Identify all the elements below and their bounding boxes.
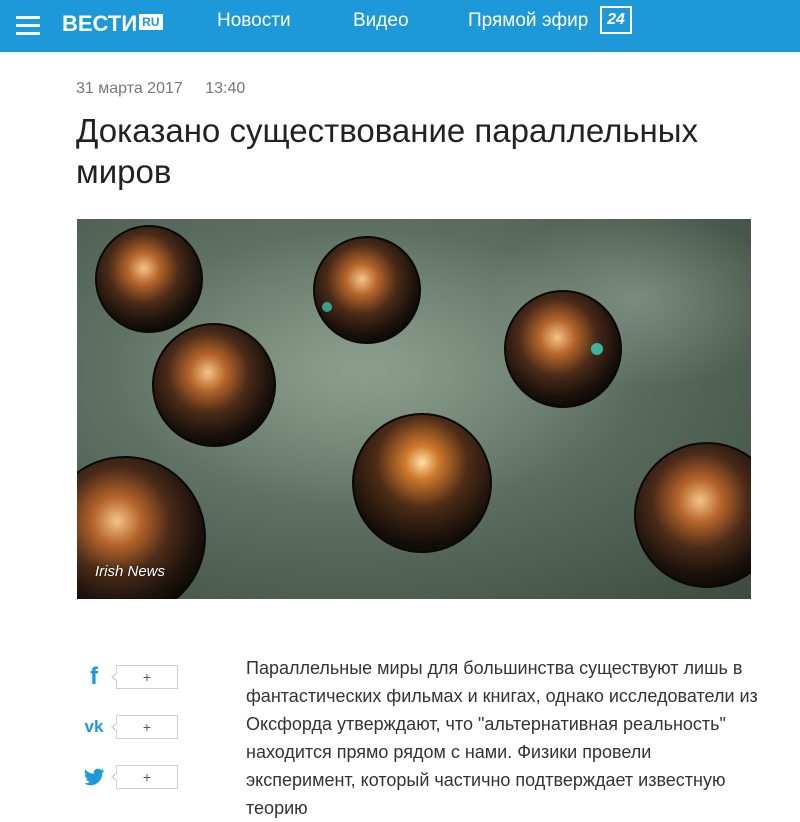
share-vkontakte: vk +	[80, 713, 180, 741]
share-count-twitter[interactable]: +	[111, 765, 178, 789]
article-title: Доказано существование параллельных миро…	[76, 112, 698, 190]
logo-text: ВЕСТИ	[62, 11, 138, 36]
share-twitter: +	[80, 763, 180, 791]
top-navigation-bar: ВЕСТИ RU Новости Видео Прямой эфир 24	[0, 0, 800, 52]
article-lead-paragraph: Параллельные миры для большинства сущест…	[246, 658, 758, 818]
live-24-badge[interactable]: 24	[600, 6, 632, 34]
logo-ru-badge: RU	[139, 14, 163, 30]
article-time: 13:40	[205, 80, 246, 97]
site-logo[interactable]: ВЕСТИ RU	[62, 9, 163, 39]
article-meta: 31 марта 2017 13:40	[76, 80, 245, 98]
menu-icon[interactable]	[16, 13, 40, 35]
share-count-facebook[interactable]: +	[111, 665, 178, 689]
share-facebook: f +	[80, 663, 180, 691]
nav-video-link[interactable]: Видео	[353, 10, 409, 32]
article-date: 31 марта 2017	[76, 80, 183, 97]
parallel-worlds-illustration	[77, 219, 751, 599]
twitter-icon[interactable]	[80, 763, 108, 791]
article-photo	[77, 219, 751, 599]
share-count-vkontakte[interactable]: +	[111, 715, 178, 739]
facebook-icon[interactable]: f	[80, 663, 108, 691]
nav-news-link[interactable]: Новости	[217, 10, 291, 32]
vk-icon[interactable]: vk	[80, 713, 108, 741]
photo-credit: Irish News	[95, 563, 166, 580]
nav-live-link[interactable]: Прямой эфир	[468, 10, 588, 32]
